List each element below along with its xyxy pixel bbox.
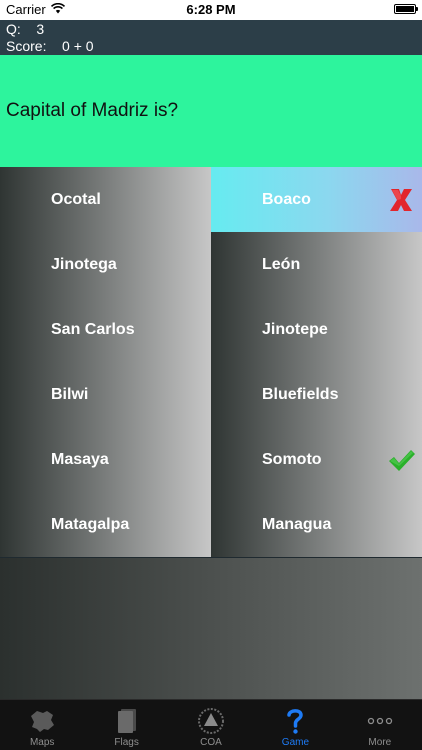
answer-option[interactable]: Ocotal — [0, 167, 211, 232]
empty-area — [0, 558, 422, 699]
map-icon — [28, 707, 56, 735]
question-panel: Capital of Madriz is? — [0, 55, 422, 167]
answer-option-correct[interactable]: Somoto — [211, 427, 422, 492]
answer-option[interactable]: San Carlos — [0, 297, 211, 362]
answer-label: León — [262, 255, 301, 273]
answer-option[interactable]: Bilwi — [0, 362, 211, 427]
answer-label: Matagalpa — [51, 515, 130, 533]
question-counter-value: 3 — [36, 21, 45, 37]
tab-flags[interactable]: Flags — [84, 700, 168, 750]
score-label: Score: — [6, 38, 47, 54]
status-time: 6:28 PM — [186, 2, 236, 17]
tab-more[interactable]: More — [338, 700, 422, 750]
coat-of-arms-icon — [197, 707, 225, 735]
answer-option[interactable]: Masaya — [0, 427, 211, 492]
question-mark-icon — [281, 707, 309, 735]
answer-grid: Ocotal Jinotega San Carlos Bilwi Masaya … — [0, 167, 422, 558]
battery-icon — [394, 4, 418, 14]
answer-option[interactable]: Jinotega — [0, 232, 211, 297]
tab-game[interactable]: Game — [253, 700, 337, 750]
answer-label: Bluefields — [262, 385, 339, 403]
answer-label: Managua — [262, 515, 332, 533]
x-mark-icon — [388, 187, 414, 213]
answer-option[interactable]: Jinotepe — [211, 297, 422, 362]
more-dots-icon — [366, 707, 394, 735]
question-counter: Q: 3 — [6, 21, 44, 37]
question-text: Capital of Madriz is? — [6, 100, 179, 121]
status-bar: Carrier 6:28 PM — [0, 0, 422, 20]
answer-label: Bilwi — [51, 385, 89, 403]
answer-label: Masaya — [51, 450, 109, 468]
answer-label: Jinotega — [51, 255, 117, 273]
score-counter: Score: 0 + 0 — [6, 38, 94, 54]
answer-label: Boaco — [262, 190, 311, 208]
tab-label: Maps — [29, 737, 55, 748]
score-panel: Q: 3 Score: 0 + 0 — [0, 20, 422, 55]
tab-label: Flags — [114, 737, 139, 748]
answer-option-wrong[interactable]: Boaco — [211, 167, 422, 232]
answer-label: Somoto — [262, 450, 322, 468]
tab-label: Game — [281, 737, 310, 748]
tab-label: COA — [200, 737, 222, 748]
check-mark-icon — [388, 447, 415, 473]
answer-option[interactable]: Managua — [211, 492, 422, 557]
answer-option[interactable]: Matagalpa — [0, 492, 211, 557]
score-value: 0 + 0 — [62, 38, 94, 54]
tab-coa[interactable]: COA — [169, 700, 253, 750]
answer-label: Jinotepe — [262, 320, 328, 338]
answer-option[interactable]: Bluefields — [211, 362, 422, 427]
answer-label: San Carlos — [51, 320, 135, 338]
question-counter-label: Q: — [6, 21, 21, 37]
tab-maps[interactable]: Maps — [0, 700, 84, 750]
answer-option[interactable]: León — [211, 232, 422, 297]
flag-icon — [113, 707, 141, 735]
tab-bar: Maps Flags COA Game More — [0, 699, 422, 750]
tab-label: More — [368, 737, 392, 748]
answer-label: Ocotal — [51, 190, 101, 208]
